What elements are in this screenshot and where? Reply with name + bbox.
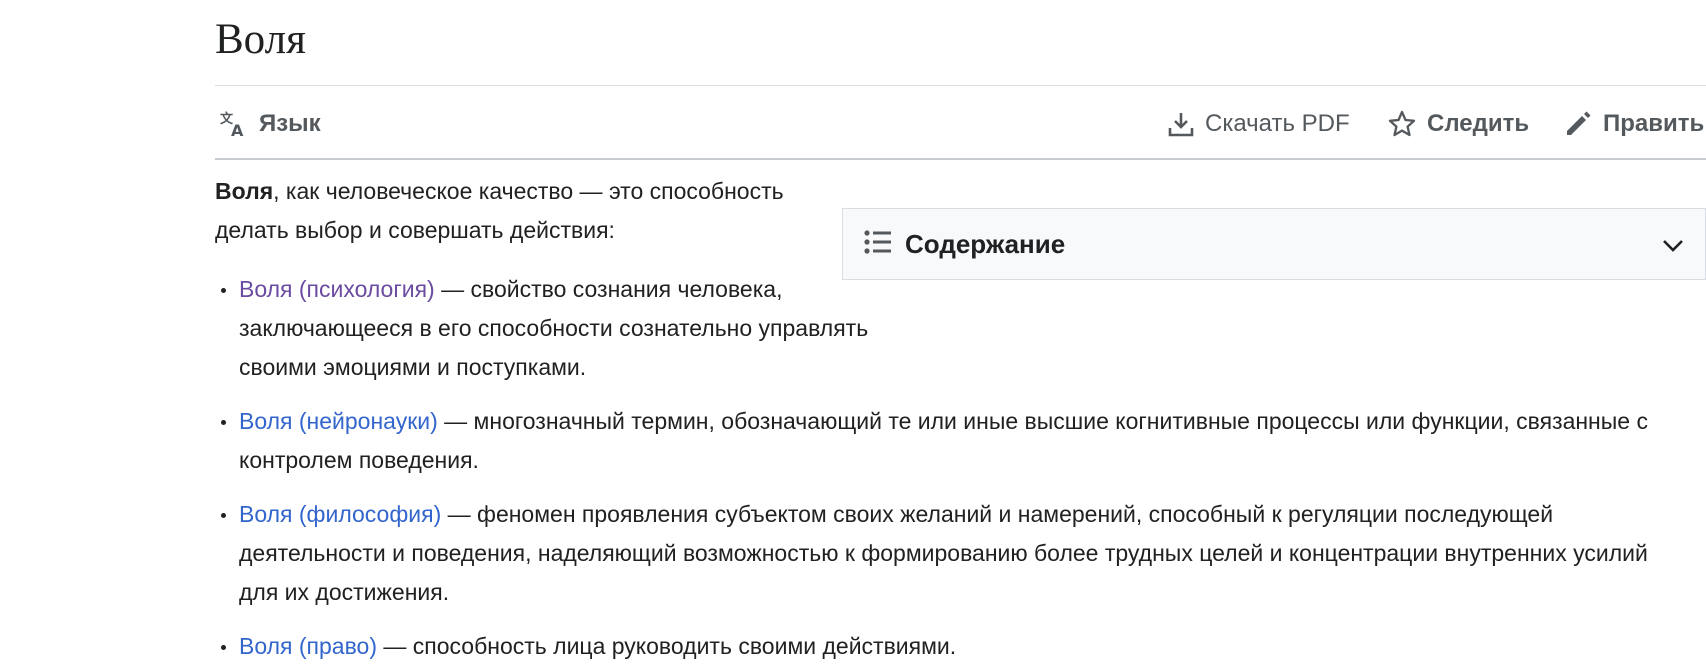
intro-bold-term: Воля [215, 178, 274, 204]
page-toolbar: 文 A Язык Скачать PDF Следить Править [215, 99, 1706, 149]
list-item: Воля (нейронауки) — многозначный термин,… [215, 402, 1685, 480]
edit-button[interactable]: Править [1563, 99, 1704, 149]
meaning-list: Воля (психология) — свойство сознания че… [215, 270, 1706, 666]
download-icon [1167, 110, 1195, 138]
link-law[interactable]: Воля (право) [239, 633, 377, 659]
list-item: Воля (философия) — феномен проявления су… [215, 495, 1685, 612]
link-psychology[interactable]: Воля (психология) [239, 276, 435, 302]
pencil-icon [1563, 109, 1593, 139]
download-label: Скачать PDF [1205, 110, 1350, 137]
page-title: Воля [215, 16, 306, 63]
list-item: Воля (право) — способность лица руководи… [215, 627, 1685, 666]
link-philosophy[interactable]: Воля (философия) [239, 501, 441, 527]
title-divider [215, 85, 1706, 86]
svg-text:A: A [231, 121, 244, 139]
watch-button[interactable]: Следить [1387, 99, 1529, 149]
intro-text: , как человеческое качество — это способ… [215, 178, 784, 243]
link-neuroscience[interactable]: Воля (нейронауки) [239, 408, 438, 434]
watch-label: Следить [1427, 110, 1530, 137]
language-label: Язык [259, 110, 321, 137]
star-icon [1387, 109, 1417, 139]
download-pdf-button[interactable]: Скачать PDF [1167, 99, 1350, 149]
list-item-text: — способность лица руководить своими дей… [377, 633, 957, 659]
language-button[interactable]: 文 A Язык [219, 99, 321, 149]
translate-icon: 文 A [219, 109, 249, 139]
edit-label: Править [1603, 110, 1705, 137]
article-page: Воля 文 A Язык Скачать PDF Следить Правит… [0, 0, 1706, 670]
list-item-text: — феномен проявления субъектом своих жел… [239, 501, 1648, 605]
toolbar-divider [215, 158, 1706, 160]
list-item-text: — многозначный термин, обозначающий те и… [239, 408, 1648, 473]
article-content: Воля, как человеческое качество — это сп… [215, 172, 1706, 670]
list-item: Воля (психология) — свойство сознания че… [215, 270, 905, 387]
intro-paragraph: Воля, как человеческое качество — это сп… [215, 172, 815, 250]
